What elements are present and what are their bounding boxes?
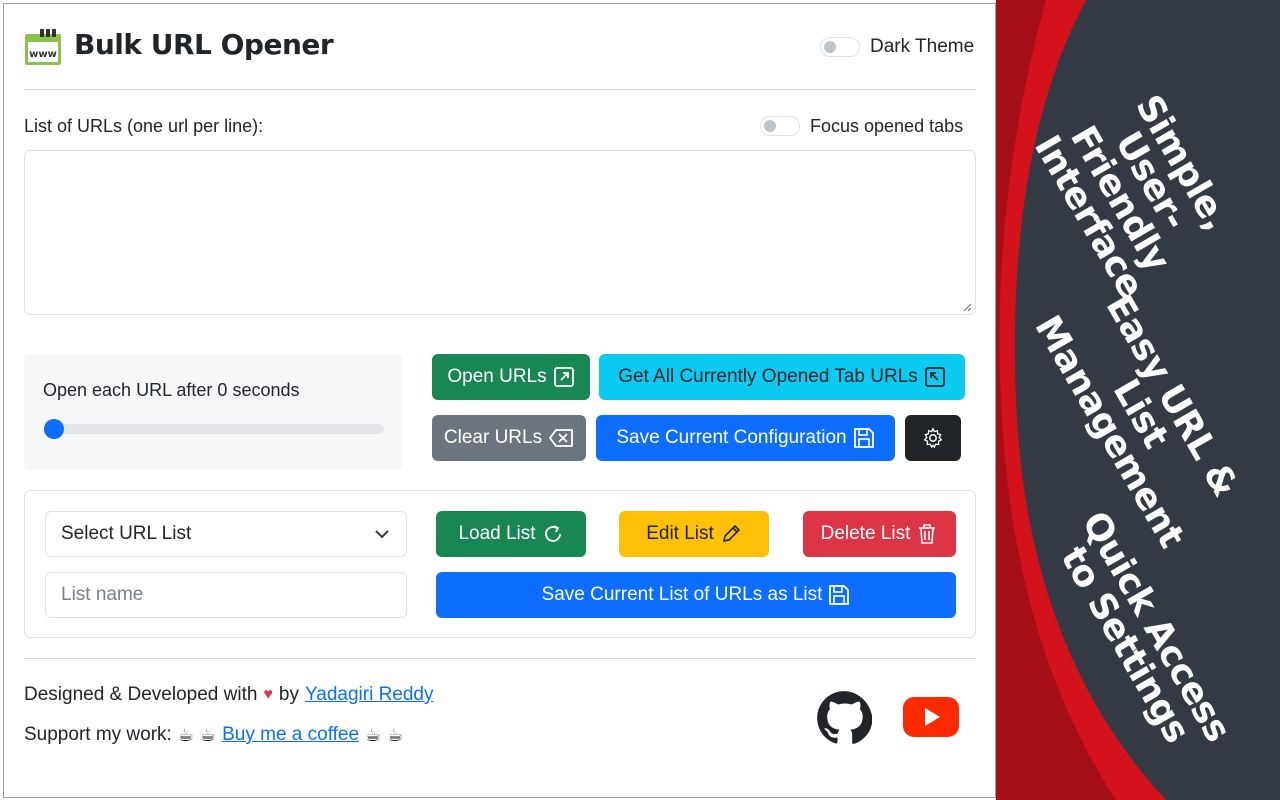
app-title: Bulk URL Opener bbox=[74, 28, 334, 61]
load-list-label: Load List bbox=[458, 523, 536, 544]
youtube-icon[interactable] bbox=[902, 696, 960, 738]
author-link[interactable]: Yadagiri Reddy bbox=[305, 684, 434, 706]
urls-textarea[interactable] bbox=[24, 150, 976, 315]
list-name-input[interactable] bbox=[45, 572, 407, 618]
dark-theme-label: Dark Theme bbox=[870, 36, 975, 57]
save-config-button[interactable]: Save Current Configuration bbox=[596, 415, 895, 461]
delay-slider-track[interactable] bbox=[44, 424, 384, 434]
box-arrow-up-right-icon bbox=[553, 367, 574, 387]
save-as-list-button[interactable]: Save Current List of URLs as List bbox=[436, 572, 956, 618]
github-icon[interactable] bbox=[816, 690, 872, 746]
box-arrow-up-left-icon bbox=[924, 367, 945, 387]
url-list-select[interactable]: Select URL List bbox=[45, 511, 407, 557]
save-as-list-label: Save Current List of URLs as List bbox=[541, 584, 823, 605]
edit-list-button[interactable]: Edit List bbox=[619, 511, 769, 557]
gear-icon bbox=[923, 427, 943, 449]
coffee-icon: ☕ bbox=[365, 724, 382, 745]
support-prefix: Support my work: bbox=[24, 724, 172, 745]
support-line: Support my work: ☕ ☕ Buy me a coffee ☕ ☕ bbox=[24, 724, 403, 746]
coffee-icon: ☕ bbox=[177, 724, 194, 745]
load-list-button[interactable]: Load List bbox=[436, 511, 586, 557]
settings-button[interactable] bbox=[905, 415, 961, 461]
heart-icon: ♥ bbox=[263, 686, 273, 703]
floppy-icon bbox=[853, 428, 874, 448]
save-config-label: Save Current Configuration bbox=[616, 427, 847, 448]
www-logo-icon: www bbox=[25, 29, 61, 65]
dark-theme-toggle[interactable] bbox=[820, 37, 860, 57]
urls-label: List of URLs (one url per line): bbox=[24, 116, 264, 136]
refresh-icon bbox=[544, 525, 561, 542]
delete-list-label: Delete List bbox=[820, 523, 911, 544]
footer-divider bbox=[24, 658, 976, 659]
get-tabs-label: Get All Currently Opened Tab URLs bbox=[618, 366, 918, 387]
open-urls-button[interactable]: Open URLs bbox=[432, 354, 590, 400]
focus-tabs-toggle[interactable] bbox=[760, 116, 800, 136]
delay-panel: Open each URL after 0 seconds bbox=[24, 354, 402, 470]
focus-tabs-label: Focus opened tabs bbox=[810, 116, 964, 136]
backspace-icon bbox=[548, 429, 573, 447]
svg-text:www: www bbox=[29, 49, 57, 60]
credits-line: Designed & Developed with ♥ by Yadagiri … bbox=[24, 684, 434, 706]
clear-urls-button[interactable]: Clear URLs bbox=[432, 415, 586, 461]
chevron-down-icon bbox=[375, 530, 389, 539]
buy-coffee-link[interactable]: Buy me a coffee bbox=[222, 724, 359, 746]
resize-grip-icon[interactable] bbox=[962, 302, 972, 312]
delay-slider-thumb[interactable] bbox=[44, 419, 64, 439]
popup-window: www Bulk URL Opener Dark Theme List of U… bbox=[3, 3, 996, 798]
header-divider bbox=[24, 89, 976, 90]
open-urls-label: Open URLs bbox=[447, 366, 547, 387]
coffee-icon: ☕ bbox=[387, 724, 404, 745]
pencil-icon bbox=[722, 524, 740, 543]
edit-list-label: Edit List bbox=[646, 523, 714, 544]
delay-label: Open each URL after 0 seconds bbox=[43, 380, 300, 400]
header: www Bulk URL Opener Dark Theme bbox=[24, 26, 976, 70]
delete-list-button[interactable]: Delete List bbox=[803, 511, 956, 557]
floppy-icon bbox=[829, 585, 850, 605]
credits-by: by bbox=[278, 684, 299, 705]
get-tabs-button[interactable]: Get All Currently Opened Tab URLs bbox=[599, 354, 965, 400]
clear-urls-label: Clear URLs bbox=[443, 427, 543, 448]
coffee-icon: ☕ bbox=[199, 724, 217, 745]
url-list-panel: Select URL List Load List Edit List Dele… bbox=[24, 490, 976, 638]
trash-icon bbox=[919, 524, 936, 544]
url-list-select-value: Select URL List bbox=[61, 523, 192, 544]
credits-prefix: Designed & Developed with bbox=[24, 684, 258, 705]
